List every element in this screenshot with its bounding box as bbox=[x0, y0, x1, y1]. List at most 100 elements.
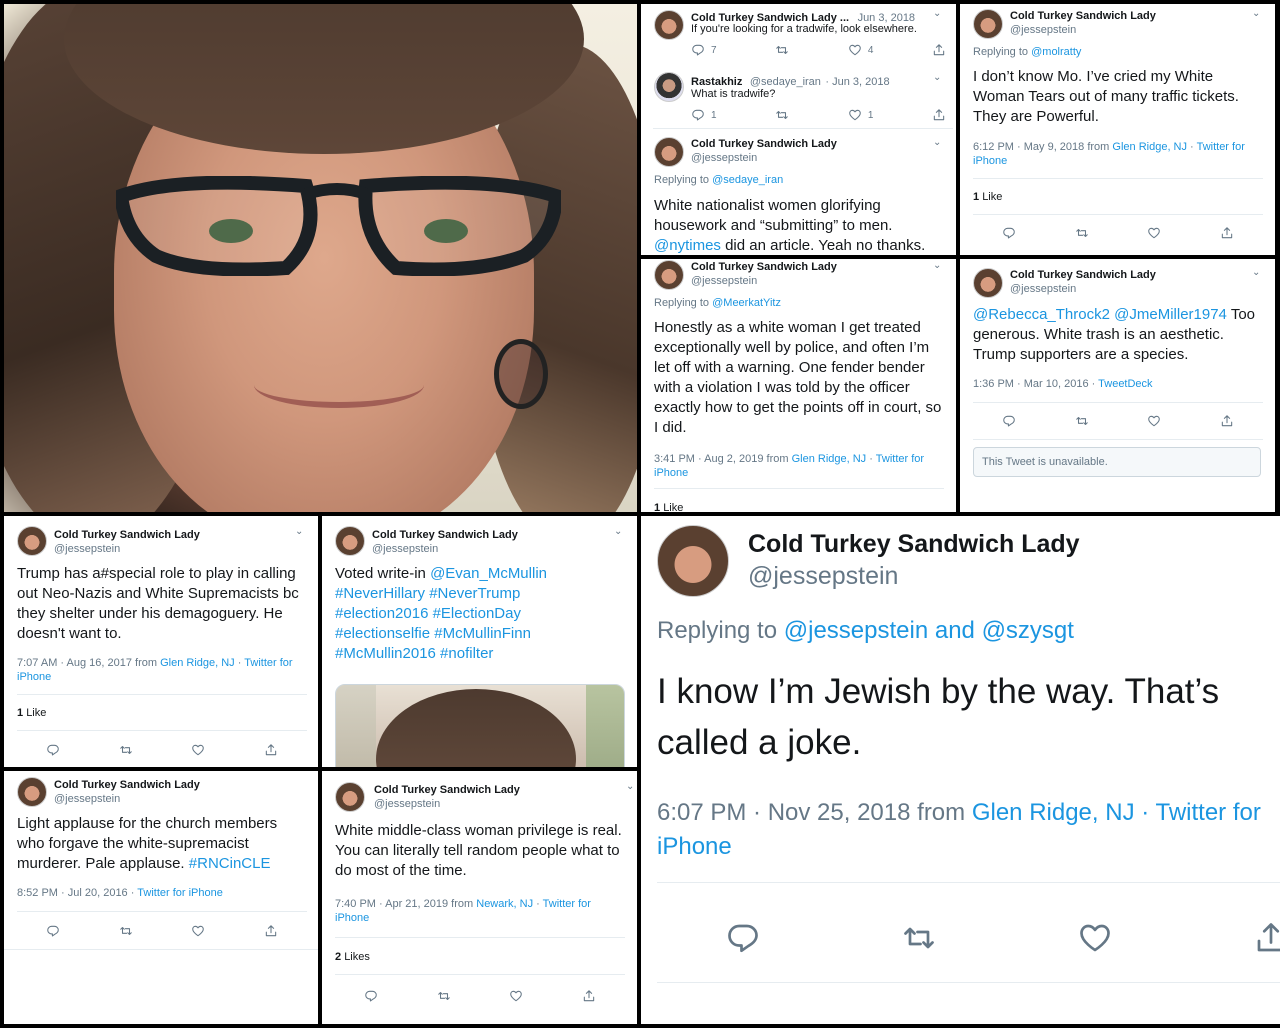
client-link[interactable]: TweetDeck bbox=[1098, 378, 1152, 390]
share-icon[interactable] bbox=[1253, 920, 1280, 956]
reply-icon[interactable] bbox=[364, 989, 378, 1003]
tweet-time[interactable]: 7:40 PM · Apr 21, 2019 from bbox=[335, 898, 473, 910]
retweet-icon[interactable] bbox=[901, 920, 937, 956]
user-name[interactable]: Cold Turkey Sandwich Lady bbox=[1010, 268, 1156, 282]
retweet-icon[interactable] bbox=[1075, 226, 1089, 240]
user-handle[interactable]: @sedaye_iran bbox=[750, 76, 821, 88]
share-icon[interactable] bbox=[582, 989, 596, 1003]
tweet-time[interactable]: 7:07 AM · Aug 16, 2017 from bbox=[17, 657, 157, 669]
location-link[interactable]: Newark, NJ bbox=[476, 898, 533, 910]
user-name[interactable]: Cold Turkey Sandwich Lady bbox=[372, 528, 518, 542]
mention-link[interactable]: @Evan_McMullin bbox=[430, 565, 547, 582]
location-link[interactable]: Glen Ridge, NJ bbox=[1112, 141, 1187, 153]
chevron-down-icon[interactable]: ⌄ bbox=[933, 137, 941, 148]
avatar[interactable] bbox=[654, 260, 684, 290]
chevron-down-icon[interactable]: ⌄ bbox=[933, 8, 941, 19]
mention-link[interactable]: @Rebecca_Throck2 bbox=[973, 306, 1110, 323]
user-handle[interactable]: @jessepstein bbox=[374, 797, 520, 811]
avatar[interactable] bbox=[17, 777, 47, 807]
chevron-down-icon[interactable]: ⌄ bbox=[626, 781, 634, 792]
tweet-time[interactable]: 3:41 PM · Aug 2, 2019 from bbox=[654, 453, 789, 465]
tweet-time[interactable]: 6:12 PM · May 9, 2018 from bbox=[973, 141, 1109, 153]
reply-icon[interactable] bbox=[46, 743, 60, 757]
replying-to-link[interactable]: @sedaye_iran bbox=[712, 174, 783, 186]
user-handle[interactable]: @jessepstein bbox=[54, 542, 200, 556]
user-handle[interactable]: @jessepstein bbox=[1010, 282, 1156, 296]
reply-icon[interactable] bbox=[1002, 414, 1016, 428]
like-icon[interactable] bbox=[191, 924, 205, 938]
reply-button[interactable]: 1 bbox=[691, 108, 717, 122]
avatar[interactable] bbox=[654, 137, 684, 167]
retweet-icon[interactable] bbox=[119, 924, 133, 938]
replying-to-link[interactable]: @jessepstein and @szysgt bbox=[784, 617, 1074, 644]
reply-icon[interactable] bbox=[725, 920, 761, 956]
avatar[interactable] bbox=[335, 526, 365, 556]
avatar[interactable] bbox=[335, 782, 365, 812]
client-link[interactable]: Twitter for iPhone bbox=[137, 887, 223, 899]
like-icon[interactable] bbox=[1147, 414, 1161, 428]
chevron-down-icon[interactable]: ⌄ bbox=[614, 526, 622, 537]
tweet-date[interactable]: Jun 3, 2018 bbox=[832, 76, 890, 88]
user-handle[interactable]: @jessepstein bbox=[691, 151, 837, 165]
user-handle[interactable]: @jessepstein bbox=[54, 792, 200, 806]
chevron-down-icon[interactable]: ⌄ bbox=[1252, 267, 1260, 278]
avatar[interactable] bbox=[17, 526, 47, 556]
tweet-time[interactable]: 8:52 PM · Jul 20, 2016 · bbox=[17, 887, 134, 899]
chevron-down-icon[interactable]: ⌄ bbox=[933, 260, 941, 271]
mention-link[interactable]: @JmeMiller1974 bbox=[1114, 306, 1227, 323]
user-name[interactable]: Rastakhiz bbox=[691, 76, 742, 88]
retweet-icon[interactable] bbox=[437, 989, 451, 1003]
user-name[interactable]: Cold Turkey Sandwich Lady bbox=[691, 260, 837, 274]
retweet-button[interactable] bbox=[775, 43, 789, 57]
hashtag-links[interactable]: #NeverHillary #NeverTrump #election2016 … bbox=[335, 585, 531, 662]
reply-icon[interactable] bbox=[1002, 226, 1016, 240]
retweet-icon[interactable] bbox=[1075, 414, 1089, 428]
share-icon[interactable] bbox=[264, 743, 278, 757]
tweet-time[interactable]: 6:07 PM · Nov 25, 2018 from bbox=[657, 799, 965, 826]
avatar[interactable] bbox=[657, 525, 729, 597]
replying-to-link[interactable]: @MeerkatYitz bbox=[712, 297, 781, 309]
like-icon[interactable] bbox=[509, 989, 523, 1003]
tweet-time[interactable]: 1:36 PM · Mar 10, 2016 · bbox=[973, 378, 1095, 390]
like-icon[interactable] bbox=[191, 743, 205, 757]
user-handle[interactable]: @jessepstein bbox=[691, 274, 837, 288]
retweet-button[interactable] bbox=[775, 108, 789, 122]
location-link[interactable]: Glen Ridge, NJ bbox=[160, 657, 235, 669]
chevron-down-icon[interactable]: ⌄ bbox=[1252, 8, 1260, 19]
like-button[interactable]: 1 bbox=[848, 108, 873, 122]
mention-link[interactable]: @nytimes bbox=[654, 237, 721, 254]
user-name[interactable]: Cold Turkey Sandwich Lady bbox=[54, 778, 200, 792]
location-link[interactable]: Glen Ridge, NJ bbox=[972, 799, 1135, 826]
reply-button[interactable]: 7 bbox=[691, 43, 717, 57]
user-handle[interactable]: @jessepstein bbox=[372, 542, 518, 556]
location-link[interactable]: Glen Ridge, NJ bbox=[792, 453, 867, 465]
avatar[interactable] bbox=[973, 9, 1003, 39]
user-name[interactable]: Cold Turkey Sandwich Lady bbox=[691, 137, 837, 151]
share-button[interactable] bbox=[932, 108, 946, 122]
hashtag-link[interactable]: #RNCinCLE bbox=[189, 855, 271, 872]
share-icon[interactable] bbox=[1220, 414, 1234, 428]
like-icon[interactable] bbox=[1077, 920, 1113, 956]
share-icon[interactable] bbox=[1220, 226, 1234, 240]
like-icon[interactable] bbox=[1147, 226, 1161, 240]
like-button[interactable]: 4 bbox=[848, 43, 873, 57]
share-icon[interactable] bbox=[264, 924, 278, 938]
avatar[interactable] bbox=[654, 72, 684, 102]
user-name[interactable]: Cold Turkey Sandwich Lady bbox=[374, 783, 520, 797]
chevron-down-icon[interactable]: ⌄ bbox=[933, 72, 941, 83]
tweet-photo[interactable] bbox=[335, 684, 625, 767]
user-name[interactable]: Cold Turkey Sandwich Lady bbox=[748, 528, 1080, 560]
share-button[interactable] bbox=[932, 43, 946, 57]
user-handle[interactable]: @jessepstein bbox=[1010, 23, 1156, 37]
avatar[interactable] bbox=[973, 268, 1003, 298]
reply-icon[interactable] bbox=[46, 924, 60, 938]
user-name[interactable]: Cold Turkey Sandwich Lady bbox=[54, 528, 200, 542]
likes-count[interactable]: 1 Like bbox=[17, 707, 46, 719]
replying-to-link[interactable]: @molratty bbox=[1031, 46, 1081, 58]
chevron-down-icon[interactable]: ⌄ bbox=[295, 526, 303, 537]
user-handle[interactable]: @jessepstein bbox=[748, 560, 1080, 592]
likes-count[interactable]: 1 Like bbox=[973, 191, 1002, 203]
likes-count[interactable]: 1 Like bbox=[654, 502, 683, 512]
user-name[interactable]: Cold Turkey Sandwich Lady bbox=[1010, 9, 1156, 23]
likes-count[interactable]: 2 Likes bbox=[335, 951, 370, 963]
